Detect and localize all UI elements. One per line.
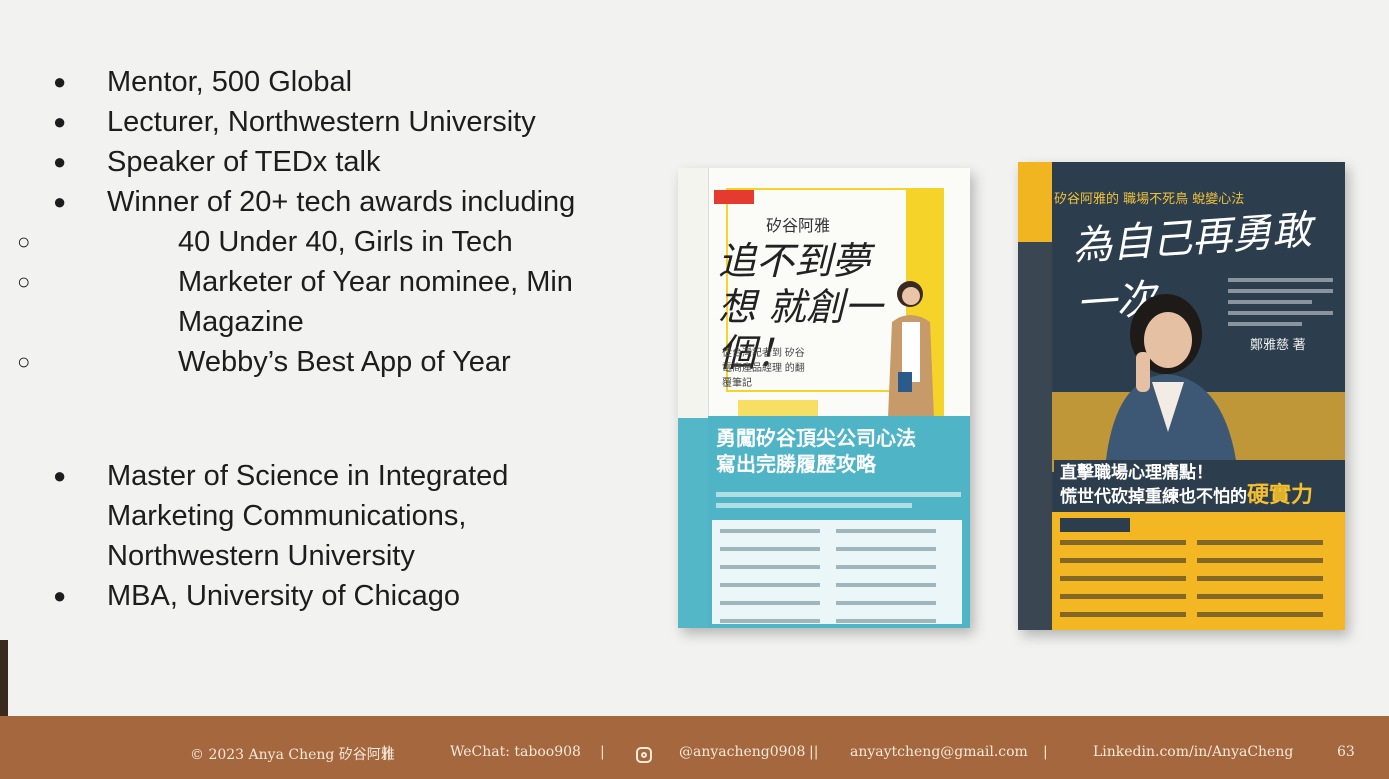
page-number: 63 (1337, 744, 1355, 760)
education-list: Master of Science in Integrated Marketin… (53, 456, 577, 616)
bullet-mentor: Mentor, 500 Global (53, 62, 627, 102)
sub-bullet-webby: Webby’s Best App of Year (0, 342, 627, 382)
instagram-icon (636, 747, 652, 763)
bullet-lecturer: Lecturer, Northwestern University (53, 102, 627, 142)
footer-instagram[interactable]: @anyacheng0908 (679, 744, 805, 760)
book2-author: 鄭雅慈 著 (1250, 337, 1306, 352)
bullet-msc: Master of Science in Integrated Marketin… (53, 456, 577, 576)
book-cover-2: 矽谷阿雅的 職場不死鳥 蛻變心法 為自己再勇敢一次 鄭雅慈 著 直擊職場心理痛點… (1018, 162, 1345, 630)
footer-copyright: © 2023 Anya Cheng 矽谷阿雅 (190, 747, 395, 763)
publisher-logo (714, 190, 754, 204)
book2-endorsements (1060, 540, 1340, 630)
book1-author: 矽谷阿雅 (766, 218, 831, 235)
bullet-mba: MBA, University of Chicago (53, 576, 577, 616)
book1-subtitle: 從台灣記者到 矽谷電商產品經理 的翻覆筆記 (722, 348, 805, 389)
book-cover-1: 矽谷阿雅 追不到夢想 就創一個！ 從台灣記者到 矽谷電商產品經理 的翻覆筆記 勇… (678, 168, 970, 628)
footer-wechat: WeChat: taboo908 (450, 744, 581, 760)
sub-bullet-marketer: Marketer of Year nominee, Min Magazine (0, 262, 618, 342)
bullet-awards: Winner of 20+ tech awards including 40 U… (17, 182, 627, 382)
footer-email[interactable]: anyaytcheng@gmail.com (850, 744, 1028, 760)
footer-bar: © 2023 Anya Cheng 矽谷阿雅 || WeChat: taboo9… (0, 716, 1389, 779)
credentials-list: Mentor, 500 Global Lecturer, Northwester… (17, 62, 627, 382)
book1-endorsements (712, 520, 962, 624)
sub-bullet-girls-in-tech: 40 Under 40, Girls in Tech (0, 222, 627, 262)
footer-linkedin[interactable]: Linkedin.com/in/AnyaCheng (1093, 744, 1293, 760)
slide: Mentor, 500 Global Lecturer, Northwester… (0, 0, 1389, 716)
bullet-awards-label: Winner of 20+ tech awards including (107, 186, 576, 218)
book1-band-title: 勇闖矽谷頂尖公司心法 寫出完勝履歷攻略 (716, 428, 916, 476)
book2-slogan: 直擊職場心理痛點！ 慌世代砍掉重練也不怕的硬實力 (1054, 460, 1345, 510)
awards-sublist: 40 Under 40, Girls in Tech Marketer of Y… (0, 222, 627, 382)
author-photo-1 (888, 281, 934, 418)
bullet-tedx: Speaker of TEDx talk (53, 142, 627, 182)
